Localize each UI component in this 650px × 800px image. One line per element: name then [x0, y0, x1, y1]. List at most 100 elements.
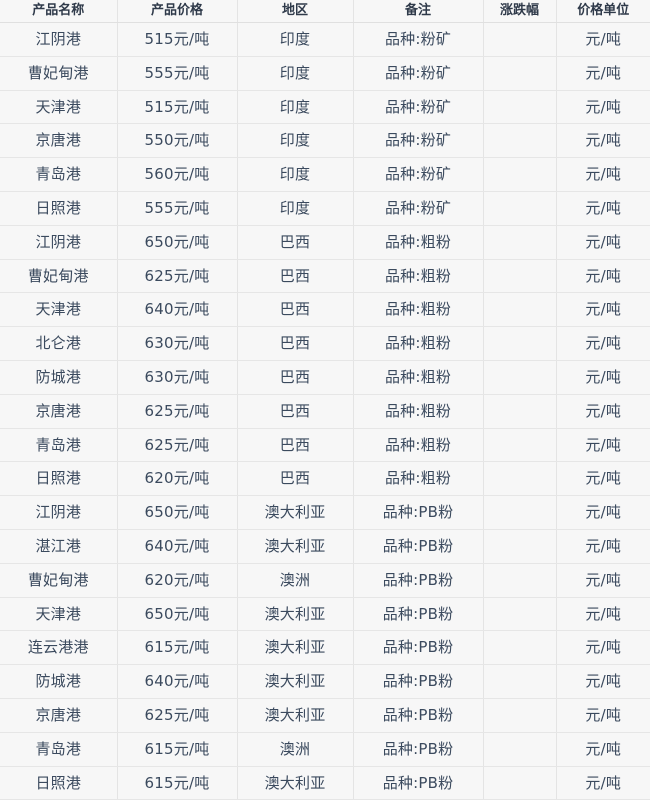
- column-header-region[interactable]: 地区: [237, 0, 354, 23]
- cell-change: [483, 563, 557, 598]
- cell-note: 品种:粉矿: [353, 56, 484, 91]
- cell-unit: 元/吨: [556, 732, 650, 767]
- table-row[interactable]: 日照港 555元/吨 印度 品种:粉矿 元/吨: [0, 191, 650, 226]
- cell-note: 品种:粗粉: [353, 292, 484, 328]
- table-row[interactable]: 湛江港 640元/吨 澳大利亚 品种:PB粉 元/吨: [0, 529, 650, 564]
- cell-change: [483, 292, 557, 328]
- cell-change: [483, 698, 557, 733]
- column-header-change[interactable]: 涨跌幅: [483, 0, 557, 23]
- cell-change: [483, 394, 557, 429]
- cell-unit: 元/吨: [556, 326, 650, 361]
- table-row[interactable]: 曹妃甸港 620元/吨 澳洲 品种:PB粉 元/吨: [0, 563, 650, 598]
- cell-change: [483, 630, 557, 666]
- table-row[interactable]: 日照港 615元/吨 澳大利亚 品种:PB粉 元/吨: [0, 766, 650, 800]
- cell-region: 巴西: [237, 394, 354, 429]
- cell-note: 品种:粗粉: [353, 326, 484, 361]
- cell-change: [483, 90, 557, 125]
- cell-unit: 元/吨: [556, 292, 650, 328]
- table-row[interactable]: 京唐港 625元/吨 巴西 品种:粗粉 元/吨: [0, 394, 650, 429]
- cell-region: 巴西: [237, 428, 354, 463]
- column-header-price[interactable]: 产品价格: [117, 0, 238, 23]
- cell-change: [483, 22, 557, 57]
- cell-note: 品种:PB粉: [353, 597, 484, 632]
- cell-change: [483, 360, 557, 395]
- cell-note: 品种:粗粉: [353, 225, 484, 260]
- table-row[interactable]: 连云港港 615元/吨 澳大利亚 品种:PB粉 元/吨: [0, 630, 650, 666]
- cell-change: [483, 326, 557, 361]
- cell-price: 620元/吨: [117, 461, 238, 497]
- cell-name: 天津港: [0, 597, 118, 632]
- cell-region: 印度: [237, 22, 354, 57]
- cell-price: 640元/吨: [117, 664, 238, 699]
- cell-name: 青岛港: [0, 428, 118, 463]
- cell-unit: 元/吨: [556, 191, 650, 226]
- cell-price: 630元/吨: [117, 326, 238, 361]
- table-row[interactable]: 青岛港 560元/吨 印度 品种:粉矿 元/吨: [0, 157, 650, 192]
- table-row[interactable]: 曹妃甸港 555元/吨 印度 品种:粉矿 元/吨: [0, 56, 650, 91]
- table-row[interactable]: 青岛港 625元/吨 巴西 品种:粗粉 元/吨: [0, 428, 650, 463]
- table-row[interactable]: 江阴港 515元/吨 印度 品种:粉矿 元/吨: [0, 22, 650, 57]
- table-row[interactable]: 青岛港 615元/吨 澳洲 品种:PB粉 元/吨: [0, 732, 650, 767]
- cell-price: 650元/吨: [117, 495, 238, 530]
- cell-name: 曹妃甸港: [0, 259, 118, 294]
- cell-name: 曹妃甸港: [0, 563, 118, 598]
- cell-unit: 元/吨: [556, 225, 650, 260]
- table-row[interactable]: 防城港 640元/吨 澳大利亚 品种:PB粉 元/吨: [0, 664, 650, 699]
- table-row[interactable]: 天津港 650元/吨 澳大利亚 品种:PB粉 元/吨: [0, 597, 650, 632]
- cell-price: 615元/吨: [117, 630, 238, 666]
- cell-change: [483, 123, 557, 159]
- cell-region: 澳大利亚: [237, 766, 354, 800]
- table-row[interactable]: 曹妃甸港 625元/吨 巴西 品种:粗粉 元/吨: [0, 259, 650, 294]
- cell-region: 澳洲: [237, 732, 354, 767]
- cell-note: 品种:PB粉: [353, 698, 484, 733]
- cell-name: 日照港: [0, 461, 118, 497]
- cell-unit: 元/吨: [556, 394, 650, 429]
- table-row[interactable]: 京唐港 550元/吨 印度 品种:粉矿 元/吨: [0, 123, 650, 159]
- cell-unit: 元/吨: [556, 597, 650, 632]
- cell-name: 京唐港: [0, 123, 118, 159]
- table-row[interactable]: 日照港 620元/吨 巴西 品种:粗粉 元/吨: [0, 461, 650, 497]
- table-row[interactable]: 天津港 640元/吨 巴西 品种:粗粉 元/吨: [0, 292, 650, 328]
- cell-region: 巴西: [237, 292, 354, 328]
- cell-region: 巴西: [237, 326, 354, 361]
- cell-change: [483, 56, 557, 91]
- cell-price: 550元/吨: [117, 123, 238, 159]
- cell-unit: 元/吨: [556, 630, 650, 666]
- cell-name: 湛江港: [0, 529, 118, 564]
- cell-price: 625元/吨: [117, 394, 238, 429]
- cell-unit: 元/吨: [556, 56, 650, 91]
- table-row[interactable]: 天津港 515元/吨 印度 品种:粉矿 元/吨: [0, 90, 650, 125]
- cell-unit: 元/吨: [556, 123, 650, 159]
- cell-note: 品种:粗粉: [353, 428, 484, 463]
- cell-region: 巴西: [237, 259, 354, 294]
- table-row[interactable]: 防城港 630元/吨 巴西 品种:粗粉 元/吨: [0, 360, 650, 395]
- cell-region: 巴西: [237, 461, 354, 497]
- cell-note: 品种:粗粉: [353, 360, 484, 395]
- table-row[interactable]: 江阴港 650元/吨 澳大利亚 品种:PB粉 元/吨: [0, 495, 650, 530]
- cell-price: 515元/吨: [117, 22, 238, 57]
- cell-price: 650元/吨: [117, 597, 238, 632]
- cell-name: 日照港: [0, 191, 118, 226]
- cell-region: 印度: [237, 157, 354, 192]
- column-header-note[interactable]: 备注: [353, 0, 484, 23]
- cell-change: [483, 597, 557, 632]
- cell-note: 品种:PB粉: [353, 630, 484, 666]
- cell-name: 日照港: [0, 766, 118, 800]
- cell-note: 品种:粉矿: [353, 22, 484, 57]
- cell-note: 品种:粉矿: [353, 157, 484, 192]
- cell-name: 天津港: [0, 292, 118, 328]
- table-row[interactable]: 京唐港 625元/吨 澳大利亚 品种:PB粉 元/吨: [0, 698, 650, 733]
- column-header-name[interactable]: 产品名称: [0, 0, 118, 23]
- cell-name: 连云港港: [0, 630, 118, 666]
- cell-change: [483, 664, 557, 699]
- table-row[interactable]: 江阴港 650元/吨 巴西 品种:粗粉 元/吨: [0, 225, 650, 260]
- cell-unit: 元/吨: [556, 90, 650, 125]
- table-row[interactable]: 北仑港 630元/吨 巴西 品种:粗粉 元/吨: [0, 326, 650, 361]
- cell-region: 澳洲: [237, 563, 354, 598]
- cell-price: 560元/吨: [117, 157, 238, 192]
- cell-price: 555元/吨: [117, 191, 238, 226]
- cell-note: 品种:粉矿: [353, 90, 484, 125]
- column-header-unit[interactable]: 价格单位: [556, 0, 650, 23]
- cell-price: 640元/吨: [117, 292, 238, 328]
- table-header-row: 产品名称 产品价格 地区 备注 涨跌幅 价格单位: [0, 0, 650, 23]
